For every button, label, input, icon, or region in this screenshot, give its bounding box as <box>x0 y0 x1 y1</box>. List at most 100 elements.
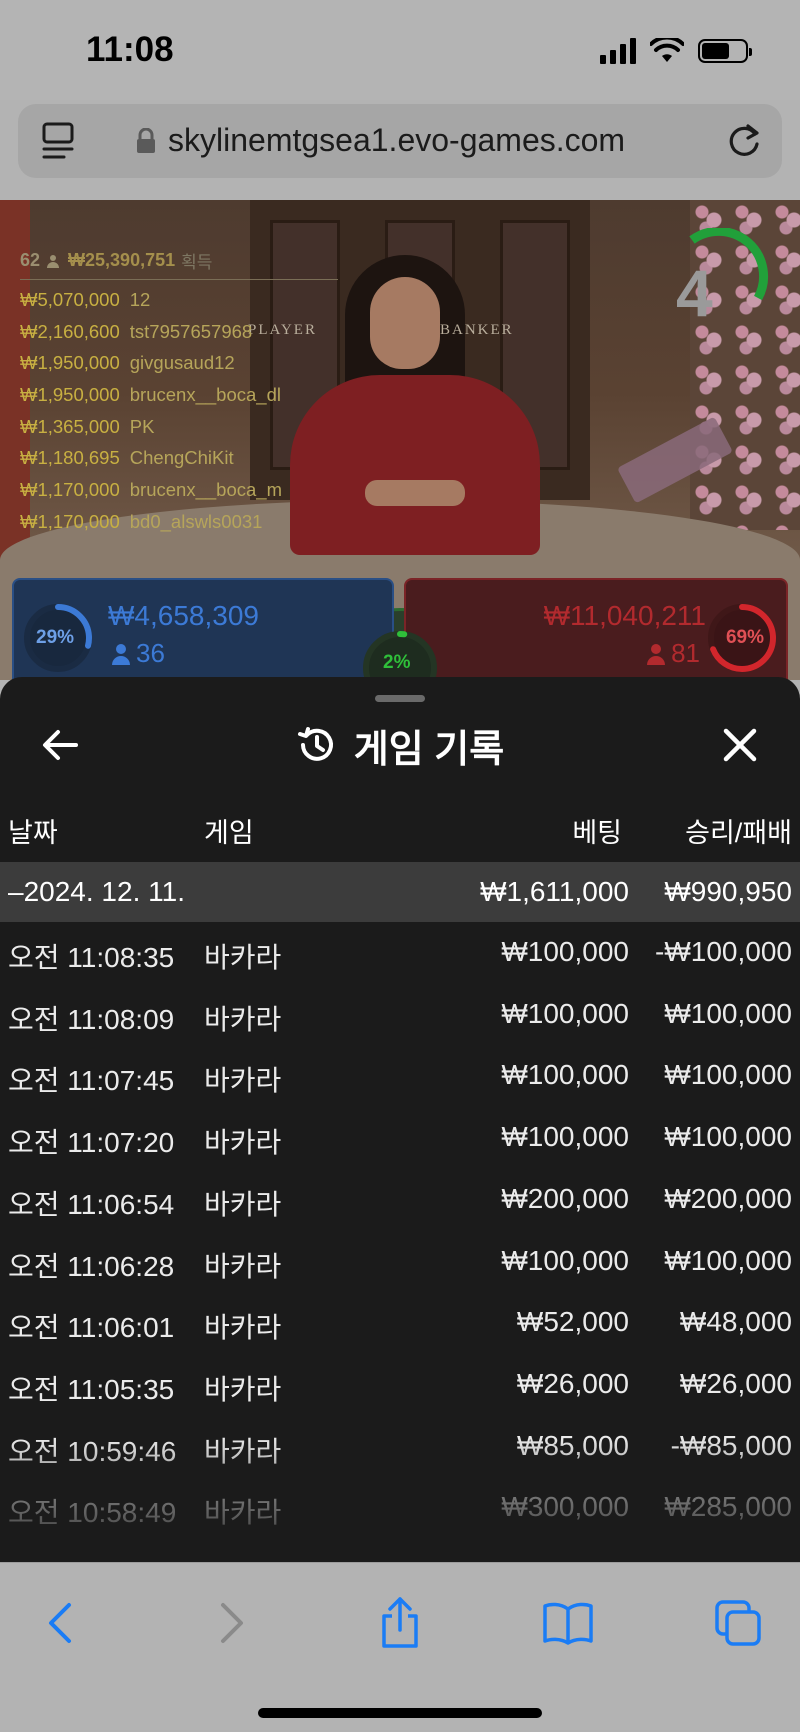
person-icon <box>112 643 130 665</box>
history-time: 오전 11:06:28 <box>8 1250 175 1282</box>
date-group-label: –2024. 12. 11. <box>8 876 185 907</box>
leaderboard-name: brucenx__boca_m <box>129 479 282 501</box>
address-bar[interactable]: skylinemtgsea1.evo-games.com <box>18 104 782 178</box>
url-text[interactable]: skylinemtgsea1.evo-games.com <box>168 122 625 159</box>
sheet-title: 게임 기록 <box>353 728 505 771</box>
history-row[interactable]: 오전 11:07:20 바카라 ₩100,000 ₩100,000 <box>0 1107 800 1168</box>
history-time: 오전 10:58:49 <box>8 1497 177 1529</box>
history-bet: ₩85,000 <box>516 1429 629 1461</box>
share-button[interactable] <box>368 1591 432 1655</box>
history-result: ₩100,000 <box>664 1244 792 1276</box>
history-game: 바카라 <box>204 1373 282 1405</box>
history-result: ₩285,000 <box>664 1491 792 1523</box>
player-bet-total: ₩4,658,309 <box>108 600 259 631</box>
leaderboard-name: PK <box>129 415 155 437</box>
history-time: 오전 10:59:46 <box>8 1435 177 1467</box>
history-row[interactable]: 오전 10:59:46 바카라 ₩85,000 -₩85,000 <box>0 1416 800 1477</box>
status-bar: 11:08 <box>0 0 800 100</box>
status-time: 11:08 <box>86 30 174 69</box>
history-row[interactable]: 오전 10:58:49 바카라 ₩300,000 ₩285,000 <box>0 1477 800 1538</box>
history-result: ₩100,000 <box>664 1121 792 1153</box>
leaderboard-name: givgusaud12 <box>129 352 235 374</box>
book-icon <box>543 1602 593 1645</box>
history-time: 오전 11:07:45 <box>8 1065 175 1097</box>
sheet-header: 게임 기록 <box>0 717 800 773</box>
countdown-number: 4 <box>676 256 713 330</box>
leaderboard-total: ₩25,390,751 <box>68 250 176 270</box>
game-history-sheet: 게임 기록 날짜 게임 베팅 승리/패배 –2024. 12. 11. ₩1,6… <box>0 677 800 1562</box>
history-result: -₩100,000 <box>655 936 792 967</box>
player-bet-spot[interactable]: 29% ₩4,658,309 36 <box>12 578 394 688</box>
history-row[interactable]: 오전 11:08:35 바카라 ₩100,000 -₩100,000 <box>0 922 800 983</box>
banker-bettor-count: 81 <box>647 638 700 669</box>
column-header-result: 승리/패배 <box>685 818 792 848</box>
history-game: 바카라 <box>204 1065 282 1097</box>
leaderboard-amount: ₩5,070,000 <box>20 289 120 310</box>
history-result: ₩48,000 <box>679 1306 792 1338</box>
leaderboard-amount: ₩1,365,000 <box>20 415 120 437</box>
share-icon <box>382 1597 418 1648</box>
history-result: ₩26,000 <box>679 1367 792 1399</box>
tie-percent: 2% <box>383 652 411 673</box>
date-group-bet-total: ₩1,611,000 <box>480 876 629 907</box>
browser-toolbar <box>0 1562 800 1732</box>
history-row[interactable]: 오전 11:06:54 바카라 ₩200,000 ₩200,000 <box>0 1169 800 1230</box>
leaderboard-amount: ₩1,170,000 <box>20 510 120 532</box>
tabs-icon <box>715 1600 761 1646</box>
history-time: 오전 11:06:54 <box>8 1188 175 1220</box>
bookmarks-button[interactable] <box>536 1591 600 1655</box>
history-game: 바카라 <box>204 1497 282 1529</box>
column-header-date: 날짜 <box>8 818 58 848</box>
history-row[interactable]: 오전 11:06:28 바카라 ₩100,000 ₩100,000 <box>0 1231 800 1292</box>
history-result: ₩100,000 <box>664 1059 792 1091</box>
history-time: 오전 11:08:09 <box>8 1003 175 1035</box>
nav-forward-button[interactable] <box>200 1591 264 1655</box>
cellular-signal-icon <box>600 38 636 64</box>
player-bettor-count: 36 <box>112 638 165 669</box>
date-group-row[interactable]: –2024. 12. 11. ₩1,611,000 ₩990,950 <box>0 862 800 922</box>
history-time: 오전 11:07:20 <box>8 1127 175 1159</box>
banker-percent: 69% <box>725 627 764 648</box>
leaderboard-gain-label: 획득 <box>181 253 213 272</box>
leaderboard-amount: ₩1,180,695 <box>20 447 120 469</box>
player-percent: 29% <box>36 627 75 648</box>
page-menu-icon[interactable] <box>42 122 76 160</box>
column-header-game: 게임 <box>204 818 254 848</box>
leaderboard-name: bd0_alswls0031 <box>129 510 263 532</box>
chevron-right-icon <box>221 1603 243 1643</box>
person-icon <box>647 643 666 665</box>
leaderboard-row: ₩1,170,000 bd0_alswls0031 <box>20 506 338 538</box>
leaderboard-row: ₩1,365,000 PK <box>20 411 338 443</box>
banker-bettor-count-value: 81 <box>671 638 700 668</box>
nav-back-button[interactable] <box>28 1591 92 1655</box>
leaderboard-row: ₩5,070,000 12 <box>20 284 338 316</box>
history-result: ₩100,000 <box>664 997 792 1029</box>
column-header-bet: 베팅 <box>572 818 622 848</box>
leaderboard-amount: ₩1,950,000 <box>20 384 120 406</box>
history-game: 바카라 <box>204 1188 282 1220</box>
leaderboard-name: ChengChiKit <box>129 447 234 469</box>
status-icons <box>600 38 752 64</box>
banker-bet-spot[interactable]: ₩11,040,211 81 69% <box>404 578 788 688</box>
tabs-button[interactable] <box>706 1591 770 1655</box>
history-time: 오전 11:06:01 <box>8 1312 175 1344</box>
player-bettor-count-value: 36 <box>136 638 165 668</box>
close-icon[interactable] <box>718 723 762 767</box>
history-row[interactable]: 오전 11:07:45 바카라 ₩100,000 ₩100,000 <box>0 1045 800 1106</box>
leaderboard-row: ₩2,160,600 tst7957657968 <box>20 316 338 348</box>
history-row[interactable]: 오전 11:05:35 바카라 ₩26,000 ₩26,000 <box>0 1354 800 1415</box>
leaderboard-amount: ₩1,170,000 <box>20 479 120 501</box>
leaderboard-row: ₩1,950,000 givgusaud12 <box>20 347 338 379</box>
reload-icon[interactable] <box>724 120 764 162</box>
history-bet: ₩300,000 <box>501 1491 629 1523</box>
history-bet: ₩100,000 <box>501 1059 629 1091</box>
winners-leaderboard: 62 ₩25,390,751 획득 ₩5,070,000 12 ₩2,160,600… <box>20 248 338 538</box>
history-game: 바카라 <box>204 1250 282 1282</box>
sheet-grabber[interactable] <box>375 695 425 702</box>
history-row[interactable]: 오전 11:06:01 바카라 ₩52,000 ₩48,000 <box>0 1292 800 1353</box>
lock-icon <box>137 128 155 153</box>
leaderboard-row: ₩1,170,000 brucenx__boca_m <box>20 474 338 506</box>
leaderboard-amount: ₩2,160,600 <box>20 320 120 342</box>
leaderboard-name: tst7957657968 <box>129 320 253 342</box>
history-row[interactable]: 오전 11:08:09 바카라 ₩100,000 ₩100,000 <box>0 984 800 1045</box>
